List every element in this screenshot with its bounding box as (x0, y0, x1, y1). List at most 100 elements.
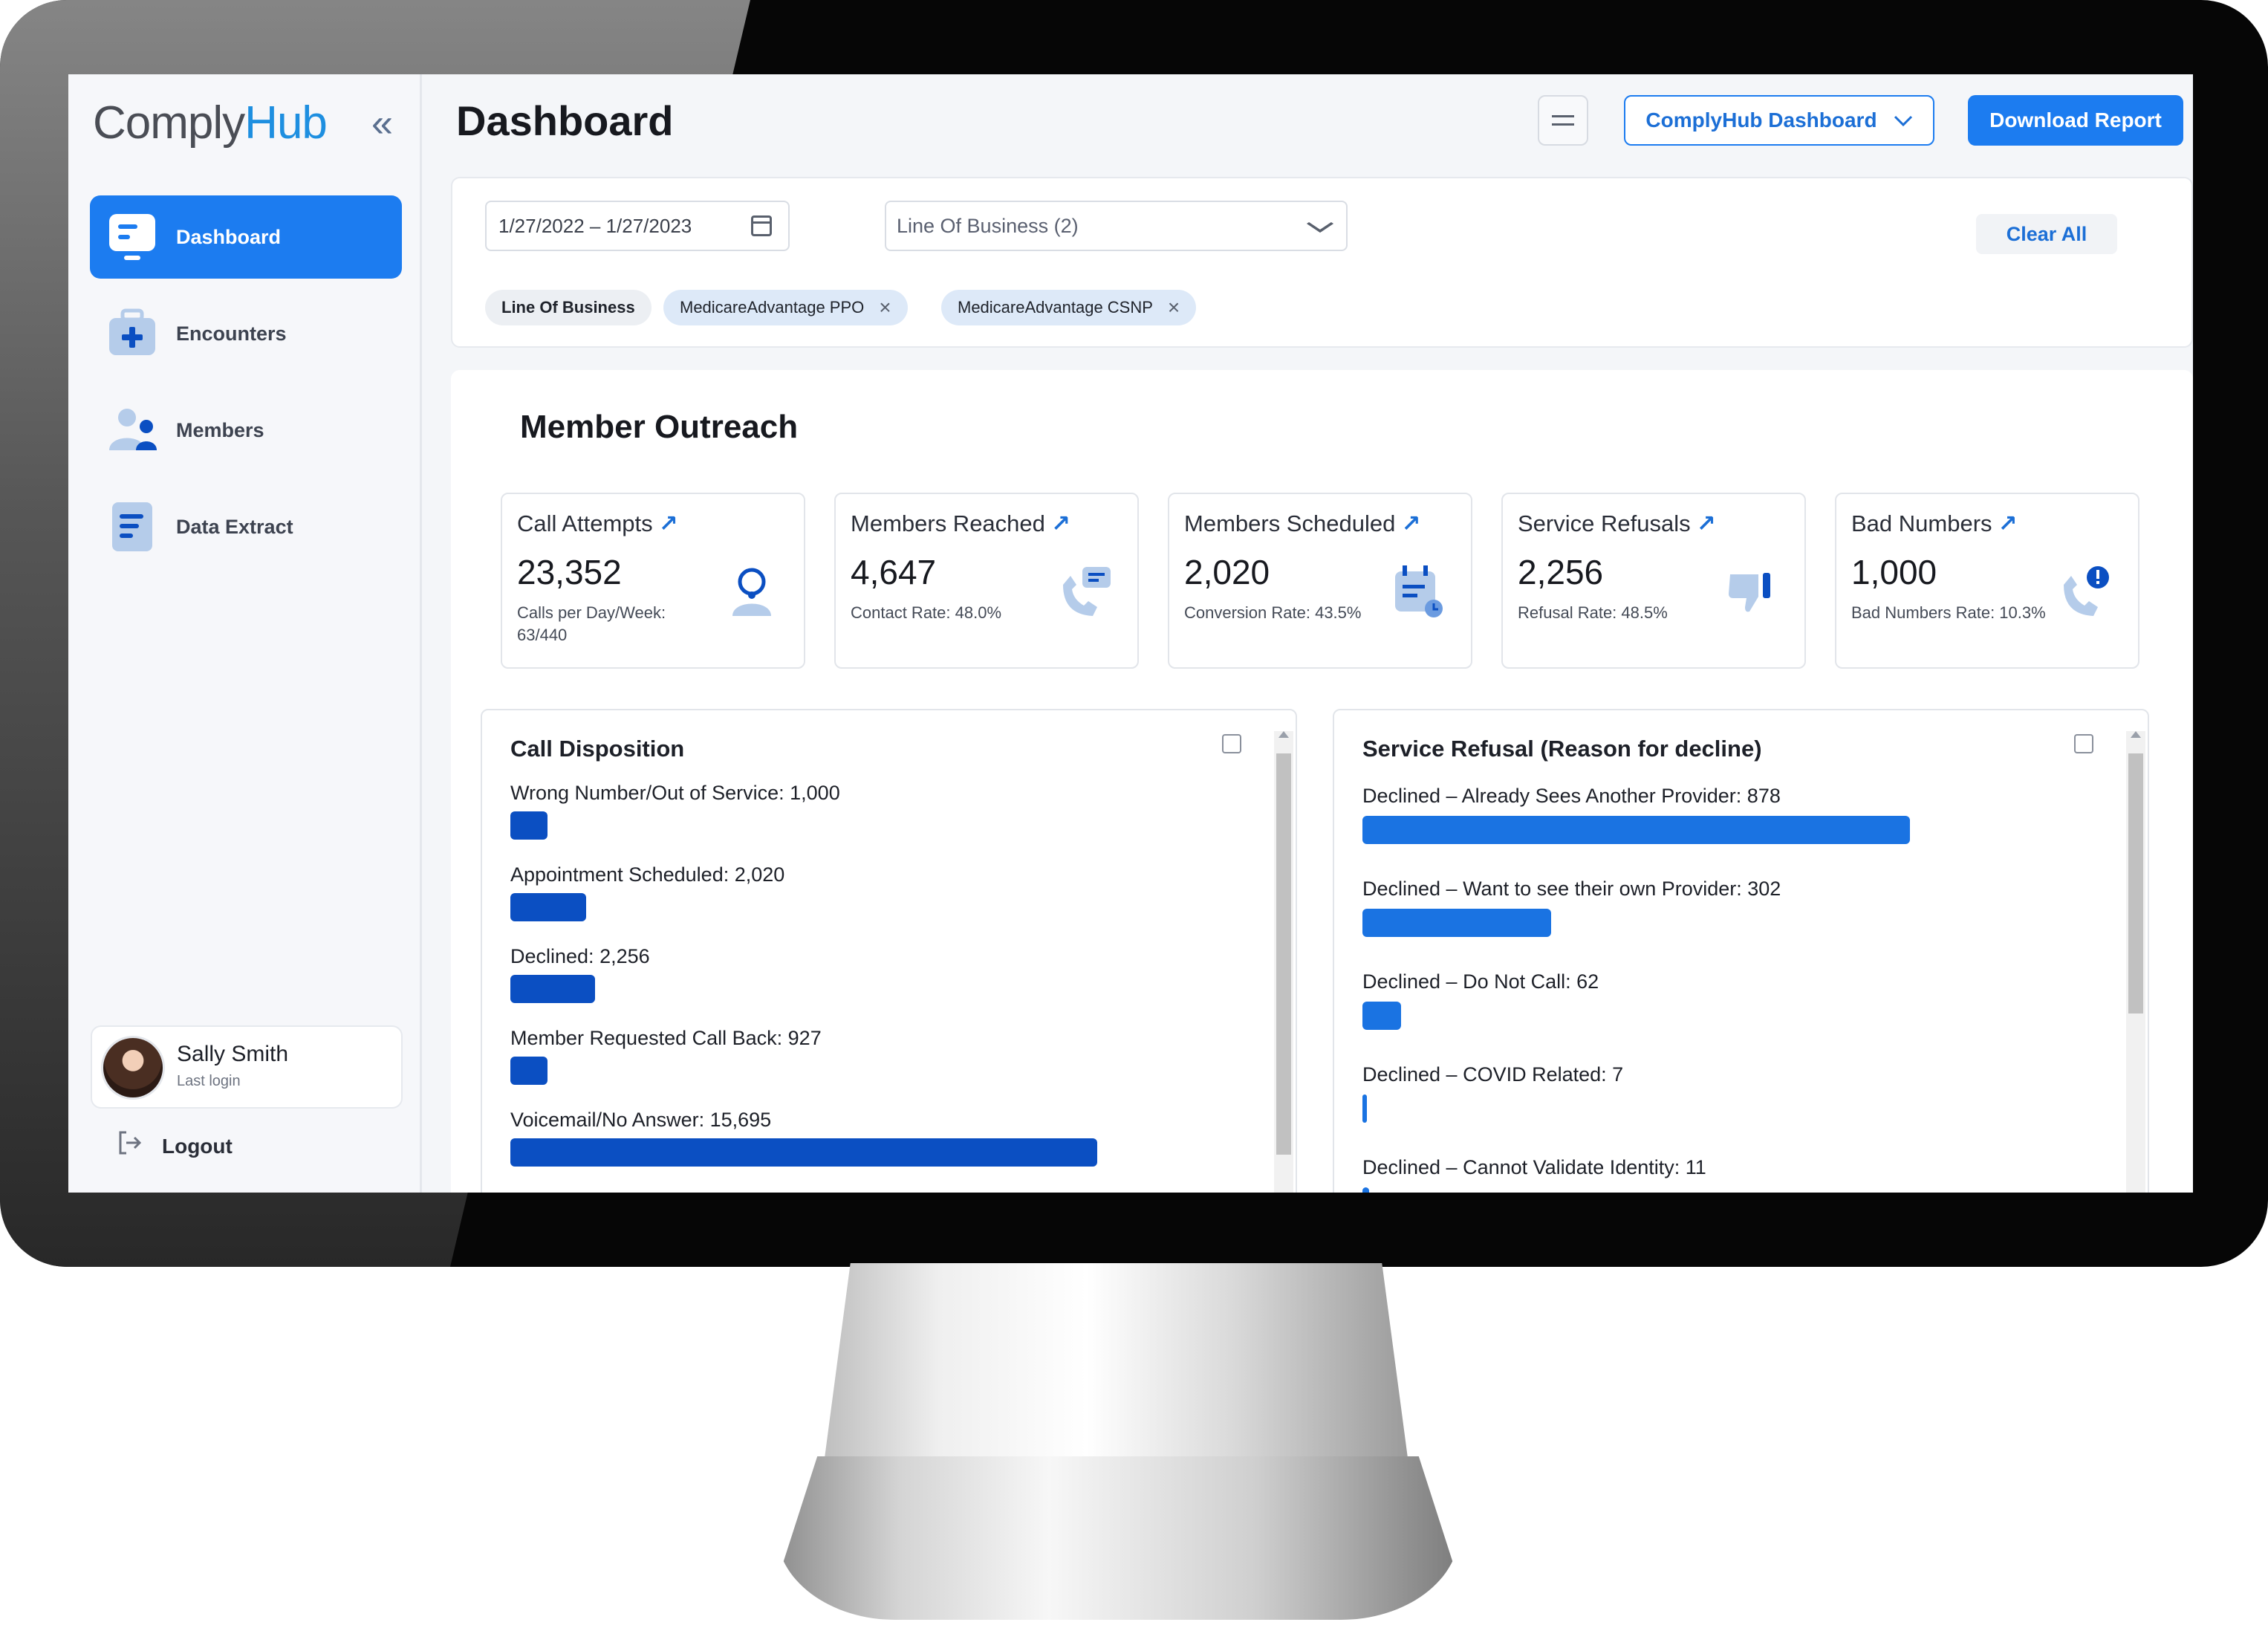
chart-bar-row: Declined – Cannot Validate Identity: 11 (1362, 1156, 1910, 1193)
chart-bar[interactable] (1362, 1187, 1370, 1193)
external-link-icon[interactable]: ↗ (1998, 510, 2018, 536)
date-range-value: 1/27/2022 – 1/27/2023 (498, 214, 692, 237)
scrollbar[interactable] (2126, 731, 2145, 1193)
user-name: Sally Smith (177, 1042, 289, 1066)
download-report-button[interactable]: Download Report (1968, 95, 2183, 146)
chart-bar-row: Appointment Scheduled: 2,020 (510, 863, 1097, 945)
calendar-clock-icon (1389, 562, 1449, 622)
chart-bar[interactable] (1362, 909, 1551, 937)
sidebar-item-encounters[interactable]: Encounters (90, 292, 402, 375)
chart-bar-label: Appointment Scheduled: 2,020 (510, 863, 785, 886)
chart-bar-label: Declined: 2,256 (510, 945, 650, 967)
chart-options-icon[interactable] (1222, 734, 1241, 753)
logout-label: Logout (162, 1134, 233, 1158)
scroll-up-arrow-icon[interactable] (2131, 731, 2141, 738)
app-logo[interactable]: ComplyHub (93, 97, 328, 149)
filter-chip-text: MedicareAdvantage PPO (680, 298, 865, 317)
user-last-login: Last login (177, 1073, 241, 1089)
thumbs-down-icon (1723, 562, 1782, 622)
chart-bar[interactable] (510, 1138, 1097, 1167)
stat-title-text: Members Reached (851, 510, 1045, 536)
chart-title: Service Refusal (Reason for decline) (1362, 736, 1762, 762)
chart-bar[interactable] (510, 893, 586, 921)
chevron-down-icon (1306, 214, 1335, 239)
stat-title-text: Call Attempts (517, 510, 653, 536)
stat-value: 23,352 (517, 553, 622, 591)
sidebar-item-dashboard[interactable]: Dashboard (90, 195, 402, 279)
user-profile-card[interactable]: Sally Smith Last login (91, 1025, 403, 1109)
chart-bar-label: Declined – COVID Related: 7 (1362, 1063, 1624, 1086)
stat-card-call-attempts[interactable]: Call Attempts ↗ 23,352 Calls per Day/Week… (501, 493, 805, 669)
page-title: Dashboard (456, 97, 674, 144)
scroll-up-arrow-icon[interactable] (1278, 731, 1289, 738)
chart-bar[interactable] (510, 1057, 547, 1085)
scrollbar-thumb[interactable] (1276, 753, 1291, 1155)
chart-bar-label: Declined – Do Not Call: 62 (1362, 970, 1599, 993)
phone-alert-icon (2056, 562, 2116, 622)
stat-card-members-reached[interactable]: Members Reached ↗ 4,647 Contact Rate: 48.… (834, 493, 1139, 669)
collapse-sidebar-icon[interactable]: « (371, 101, 393, 146)
chart-bar-label: Declined – Already Sees Another Provider… (1362, 785, 1781, 807)
stat-value: 2,020 (1184, 553, 1270, 591)
stat-title-text: Service Refusals (1518, 510, 1691, 536)
external-link-icon[interactable]: ↗ (1051, 510, 1070, 536)
external-link-icon[interactable]: ↗ (659, 510, 678, 536)
sidebar-item-data-extract[interactable]: Data Extract (90, 485, 402, 568)
stat-subtext: Refusal Rate: 48.5% (1518, 603, 1668, 622)
stat-card-service-refusals[interactable]: Service Refusals ↗ 2,256 Refusal Rate: 48… (1501, 493, 1806, 669)
scrollbar-thumb[interactable] (2128, 753, 2143, 1013)
stat-subtext: Calls per Day/Week: 63/440 (517, 603, 666, 644)
sidebar-item-label: Dashboard (176, 225, 282, 248)
filter-chip-text: MedicareAdvantage CSNP (958, 298, 1153, 317)
stat-subtext: Bad Numbers Rate: 10.3% (1851, 603, 2046, 622)
filter-chip: MedicareAdvantage CSNP × (941, 290, 1197, 325)
stat-title: Service Refusals ↗ (1518, 510, 1716, 537)
line-of-business-select[interactable]: Line Of Business (2) (885, 201, 1348, 251)
stat-card-members-scheduled[interactable]: Members Scheduled ↗ 2,020 Conversion Rate… (1168, 493, 1472, 669)
stat-title: Bad Numbers ↗ (1851, 510, 2018, 537)
chart-title: Call Disposition (510, 736, 685, 762)
chart-bar-row: Declined – Already Sees Another Provider… (1362, 785, 1910, 878)
chart-bar[interactable] (1362, 1002, 1402, 1030)
clear-all-button[interactable]: Clear All (1976, 214, 2117, 254)
filter-chip: MedicareAdvantage PPO × (663, 290, 908, 325)
scrollbar[interactable] (1274, 731, 1293, 1193)
logout-button[interactable]: Logout (116, 1129, 233, 1163)
chart-bar-row: Declined: 2,256 (510, 945, 1097, 1027)
filter-panel: 1/27/2022 – 1/27/2023 Line Of Business (… (451, 177, 2193, 348)
sidebar-item-members[interactable]: Members (90, 389, 402, 472)
logo-text-hub: Hub (244, 97, 328, 149)
external-link-icon[interactable]: ↗ (1697, 510, 1716, 536)
external-link-icon[interactable]: ↗ (1401, 510, 1420, 536)
stat-title-text: Bad Numbers (1851, 510, 1992, 536)
close-icon[interactable]: × (1168, 296, 1180, 320)
chevron-down-icon (1894, 108, 1913, 132)
chart-bar-label: Declined – Cannot Validate Identity: 11 (1362, 1156, 1706, 1178)
monitor-stand-neck (821, 1263, 1411, 1486)
stat-subtext: Contact Rate: 48.0% (851, 603, 1002, 622)
chart-bar[interactable] (510, 811, 548, 840)
menu-icon-line (1552, 123, 1574, 126)
close-icon[interactable]: × (879, 296, 891, 320)
chart-bar-row: Declined – Want to see their own Provide… (1362, 878, 1910, 970)
dashboard-select[interactable]: ComplyHub Dashboard (1624, 95, 1934, 146)
chart-bar-row: Declined – Do Not Call: 62 (1362, 970, 1910, 1063)
call-disposition-chart: Call Disposition Wrong Number/Out of Ser… (481, 709, 1297, 1193)
phone-chat-icon (1056, 562, 1115, 622)
chart-bar[interactable] (510, 975, 595, 1003)
chart-bar[interactable] (1362, 1094, 1367, 1123)
screen: ComplyHub « Dashboard Encounters Members (68, 74, 2193, 1193)
stat-card-bad-numbers[interactable]: Bad Numbers ↗ 1,000 Bad Numbers Rate: 10.… (1835, 493, 2139, 669)
calendar-icon[interactable] (751, 215, 772, 236)
chart-options-icon[interactable] (2074, 734, 2093, 753)
headset-agent-icon (722, 562, 782, 622)
stat-value: 2,256 (1518, 553, 1604, 591)
medical-bag-icon (106, 308, 158, 360)
date-range-input[interactable]: 1/27/2022 – 1/27/2023 (485, 201, 790, 251)
menu-button[interactable] (1538, 95, 1588, 146)
members-icon (106, 404, 158, 456)
chart-bar[interactable] (1362, 816, 1910, 844)
logout-icon (116, 1129, 143, 1163)
line-of-business-value: Line Of Business (2) (897, 214, 1079, 237)
service-refusal-chart: Service Refusal (Reason for decline) Dec… (1333, 709, 2149, 1193)
